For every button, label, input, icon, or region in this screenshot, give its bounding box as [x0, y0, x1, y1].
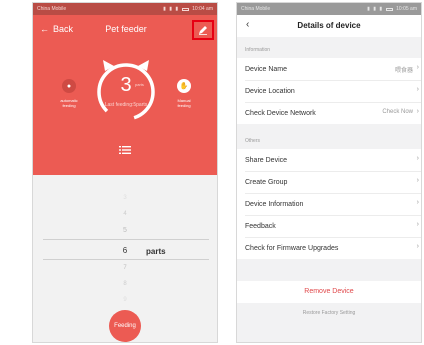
pet-feeder-screen: China Mobile ▮ ▮ ▮ 10:04 am ← Back Pet f… — [32, 2, 218, 343]
feeding-count-unit: parts — [135, 82, 144, 87]
feedback-row[interactable]: Feedback › — [237, 215, 421, 237]
device-location-row[interactable]: Device Location › — [237, 80, 421, 102]
check-network-row[interactable]: Check Device Network Check Now › — [237, 102, 421, 124]
check-now-link[interactable]: Check Now — [382, 109, 413, 115]
chevron-right-icon: › — [416, 177, 419, 184]
section-label-information: Information — [245, 47, 271, 53]
information-list: Device Name 喂食器 › Device Location › Chec… — [237, 58, 421, 124]
picker-value: 3 — [123, 195, 127, 201]
device-details-screen: China Mobile ▮ ▮ ▮ 10:05 am ‹ Details of… — [236, 2, 422, 343]
clock-time: 10:05 am — [396, 6, 417, 12]
page-title: Details of device — [297, 21, 361, 30]
list-icon[interactable] — [119, 145, 131, 155]
row-label: Share Device — [245, 156, 288, 164]
chevron-right-icon: › — [416, 155, 419, 162]
carrier-label: China Mobile — [37, 6, 67, 12]
remove-device-panel: Remove Device — [237, 281, 421, 303]
chevron-right-icon: › — [416, 64, 419, 71]
top-bar: ‹ Details of device — [237, 15, 421, 37]
restore-factory-link[interactable]: Restore Factory Setting — [237, 310, 421, 316]
clock-time: 10:04 am — [192, 6, 213, 12]
feeding-dial: 3 parts Last feeding:5parts — [93, 57, 159, 123]
edit-button[interactable] — [192, 20, 214, 40]
automatic-feeding-button[interactable]: ● automatic feeding — [49, 79, 89, 108]
picker-value: 5 — [123, 227, 127, 234]
picker-divider — [43, 259, 209, 260]
picker-divider — [43, 239, 209, 240]
battery-icon — [386, 7, 394, 11]
row-label: Device Location — [245, 87, 295, 95]
share-device-row[interactable]: Share Device › — [237, 149, 421, 171]
signal-icon: ▮ ▮ ▮ — [163, 6, 180, 12]
device-name-value: 喂食器 — [394, 68, 413, 74]
section-label-others: Others — [245, 138, 261, 144]
firmware-upgrade-row[interactable]: Check for Firmware Upgrades › — [237, 237, 421, 259]
row-label: Device Information — [245, 200, 304, 208]
manual-feeding-label: Manual feeding — [177, 98, 191, 108]
automatic-feeding-label: automatic feeding — [60, 98, 78, 108]
picker-selected-unit: parts — [146, 247, 166, 256]
row-label: Create Group — [245, 178, 288, 186]
picker-value: 7 — [123, 265, 127, 271]
create-group-row[interactable]: Create Group › — [237, 171, 421, 193]
device-name-row[interactable]: Device Name 喂食器 › — [237, 58, 421, 80]
last-feeding-caption: Last feeding:5parts — [104, 102, 148, 108]
feeding-count: 3 — [120, 74, 132, 96]
top-bar: ← Back Pet feeder — [33, 15, 217, 47]
carrier-label: China Mobile — [241, 6, 271, 12]
chevron-right-icon: › — [416, 199, 419, 206]
status-bar: China Mobile ▮ ▮ ▮ 10:04 am — [33, 3, 217, 15]
remove-device-button[interactable]: Remove Device — [237, 281, 421, 303]
battery-icon — [182, 7, 190, 11]
feeder-hero-panel: ← Back Pet feeder 3 parts Last feeding:5… — [33, 15, 217, 175]
status-bar: China Mobile ▮ ▮ ▮ 10:05 am — [237, 3, 421, 15]
chevron-right-icon: › — [416, 86, 419, 93]
chevron-right-icon: › — [416, 243, 419, 250]
bowl-icon: ● — [62, 79, 76, 93]
row-label: Check for Firmware Upgrades — [245, 244, 339, 252]
portion-picker[interactable]: 3 4 5 6 parts 7 8 9 Feeding — [33, 175, 217, 342]
chevron-right-icon: › — [416, 108, 419, 115]
hand-icon: ✋ — [177, 79, 191, 93]
chevron-right-icon: › — [416, 221, 419, 228]
row-label: Feedback — [245, 222, 276, 230]
picker-selected-value: 6 — [122, 246, 128, 255]
manual-feeding-button[interactable]: ✋ Manual feeding — [164, 79, 204, 108]
picker-value: 8 — [123, 281, 127, 287]
device-information-row[interactable]: Device Information › — [237, 193, 421, 215]
row-label: Check Device Network — [245, 109, 316, 117]
others-list: Share Device › Create Group › Device Inf… — [237, 149, 421, 259]
feeding-button[interactable]: Feeding — [109, 310, 141, 342]
picker-value: 4 — [123, 211, 127, 217]
pencil-icon — [199, 26, 207, 35]
page-title: Pet feeder — [105, 24, 147, 34]
row-label: Device Name — [245, 65, 288, 73]
picker-value: 9 — [123, 297, 127, 303]
signal-icon: ▮ ▮ ▮ — [367, 6, 384, 12]
